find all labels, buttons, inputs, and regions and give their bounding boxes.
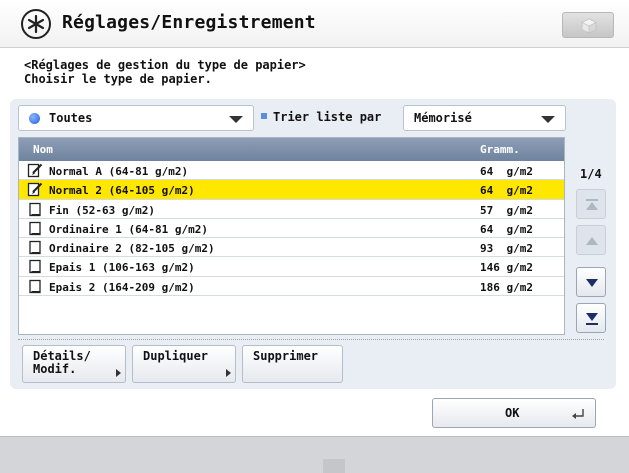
sort-label: Trier liste par [261,110,381,124]
duplicate-label: Dupliquer [143,349,209,363]
scroll-up-button[interactable] [576,225,606,255]
table-row[interactable]: Epais 2 (164-209 g/m2) 186 g/m2 [19,276,564,297]
enter-icon [572,409,584,419]
settings-registration-icon [21,9,51,39]
table-row[interactable]: Normal 2 (64-105 g/m2) 64 g/m2 [19,180,564,200]
paper-type-name: Fin (52-63 g/m2) [49,203,155,217]
divider [18,339,604,340]
paper-icon [27,279,43,294]
ok-label: OK [505,406,520,420]
paper-type-name: Epais 1 (106-163 g/m2) [49,261,195,275]
sort-dropdown[interactable]: Mémorisé [403,105,566,131]
scroll-down-button[interactable] [576,267,606,297]
table-row[interactable]: Normal A (64-81 g/m2) 64 g/m2 [19,161,564,181]
paper-type-name: Ordinaire 2 (82-105 g/m2) [49,242,215,256]
delete-button[interactable]: Supprimer [242,345,343,383]
table-row[interactable]: Ordinaire 2 (82-105 g/m2) 93 g/m2 [19,238,564,258]
instructions-prompt: Choisir le type de papier. [24,72,212,86]
arrow-down-icon [586,279,598,287]
delete-label: Supprimer [253,349,319,363]
paper-type-name: Ordinaire 1 (64-81 g/m2) [49,222,208,236]
chevron-right-icon [226,369,231,377]
column-header-weight[interactable]: Gramm. [480,143,520,156]
paper-type-weight: 64 g/m2 [480,165,533,178]
details-modify-button[interactable]: Détails/ Modif. [22,345,126,383]
status-bar [0,436,629,473]
filter-value: Toutes [49,111,93,125]
paper-type-weight: 93 g/m2 [480,242,533,256]
details-modify-label: Détails/ Modif. [33,349,91,376]
duplicate-button[interactable]: Dupliquer [132,345,236,383]
title-bar: Réglages/Enregistrement [0,0,629,48]
paper-type-panel: Toutes Trier liste par Mémorisé Nom Gram… [10,99,616,389]
table-header: Nom Gramm. [19,138,564,161]
paper-type-weight: 146 g/m2 [480,261,533,275]
box-icon [581,18,597,34]
square-bullet-icon [261,113,267,119]
blue-dot-icon [29,113,40,124]
paper-icon [27,240,43,255]
paper-type-weight: 57 g/m2 [480,203,533,217]
filter-dropdown[interactable]: Toutes [18,105,254,131]
column-header-name[interactable]: Nom [33,143,53,156]
paper-icon [27,259,43,274]
arrow-up-icon [586,237,598,245]
paper-icon [27,221,43,236]
edit-paper-icon [27,182,43,197]
paper-type-name: Normal 2 (64-105 g/m2) [49,184,195,198]
chevron-down-icon [541,116,555,123]
edit-paper-icon [27,163,43,178]
paper-type-weight: 64 g/m2 [480,222,533,236]
page-indicator: 1/4 [580,167,602,181]
page-title: Réglages/Enregistrement [62,12,316,33]
paper-type-name: Normal A (64-81 g/m2) [49,165,189,178]
chevron-down-icon [229,116,243,123]
sort-value: Mémorisé [414,111,472,125]
scroll-last-icon [586,313,598,325]
paper-type-weight: 64 g/m2 [480,184,533,198]
paper-type-name: Epais 2 (164-209 g/m2) [49,280,195,294]
instructions: <Réglages de gestion du type de papier> … [24,58,306,86]
sort-label-text: Trier liste par [273,110,382,124]
scroll-first-icon [586,199,598,210]
paper-icon [27,202,43,217]
scroll-top-button[interactable] [576,189,606,219]
table-row[interactable]: Fin (52-63 g/m2) 57 g/m2 [19,199,564,219]
table-row[interactable]: Ordinaire 1 (64-81 g/m2) 64 g/m2 [19,218,564,239]
chevron-right-icon [116,369,121,377]
table-row[interactable]: Epais 1 (106-163 g/m2) 146 g/m2 [19,257,564,277]
status-indicator [323,459,345,473]
ok-button[interactable]: OK [432,398,596,428]
scroll-bottom-button[interactable] [576,303,606,333]
paper-type-table: Nom Gramm. Normal A (64-81 g/m2) 64 g/m2 N… [18,137,565,335]
title-right-button[interactable] [562,12,614,38]
paper-type-weight: 186 g/m2 [480,280,533,294]
instructions-heading: <Réglages de gestion du type de papier> [24,58,306,72]
